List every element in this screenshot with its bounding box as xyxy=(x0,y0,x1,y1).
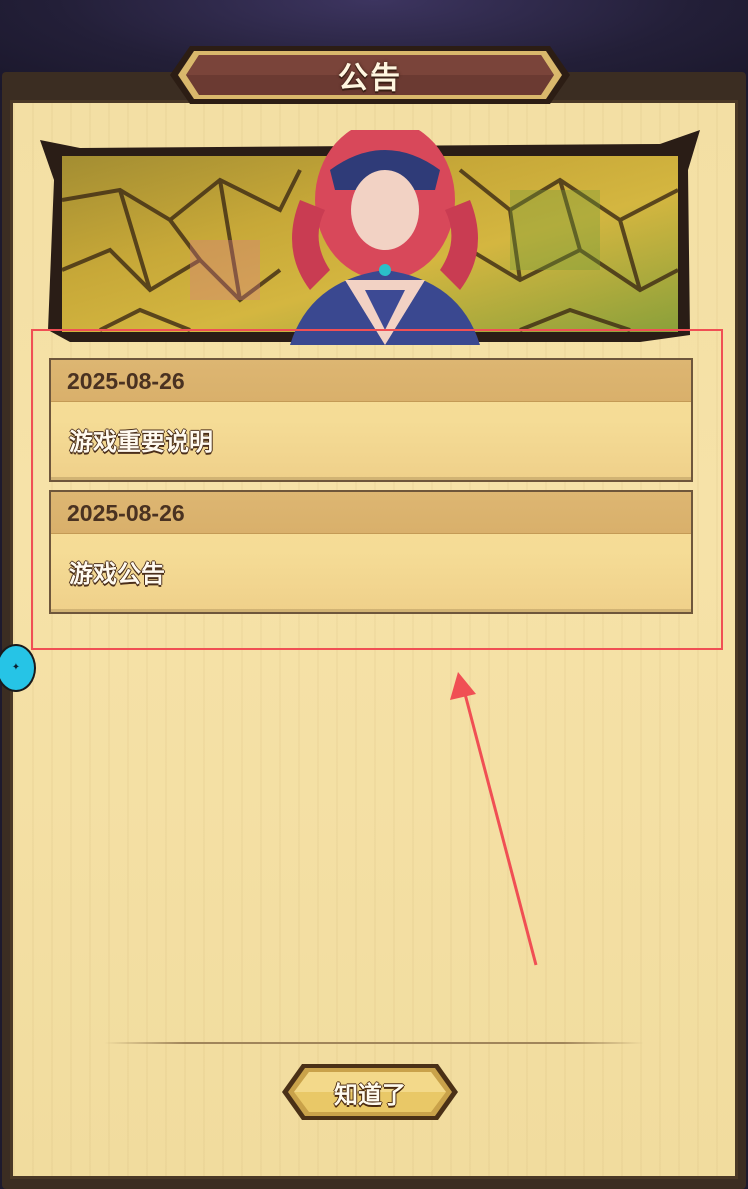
confirm-button-label: 知道了 xyxy=(334,1080,406,1109)
confirm-button[interactable]: 知道了 xyxy=(280,1062,460,1122)
footer-divider xyxy=(104,1042,644,1044)
annotation-arrow xyxy=(450,672,538,966)
